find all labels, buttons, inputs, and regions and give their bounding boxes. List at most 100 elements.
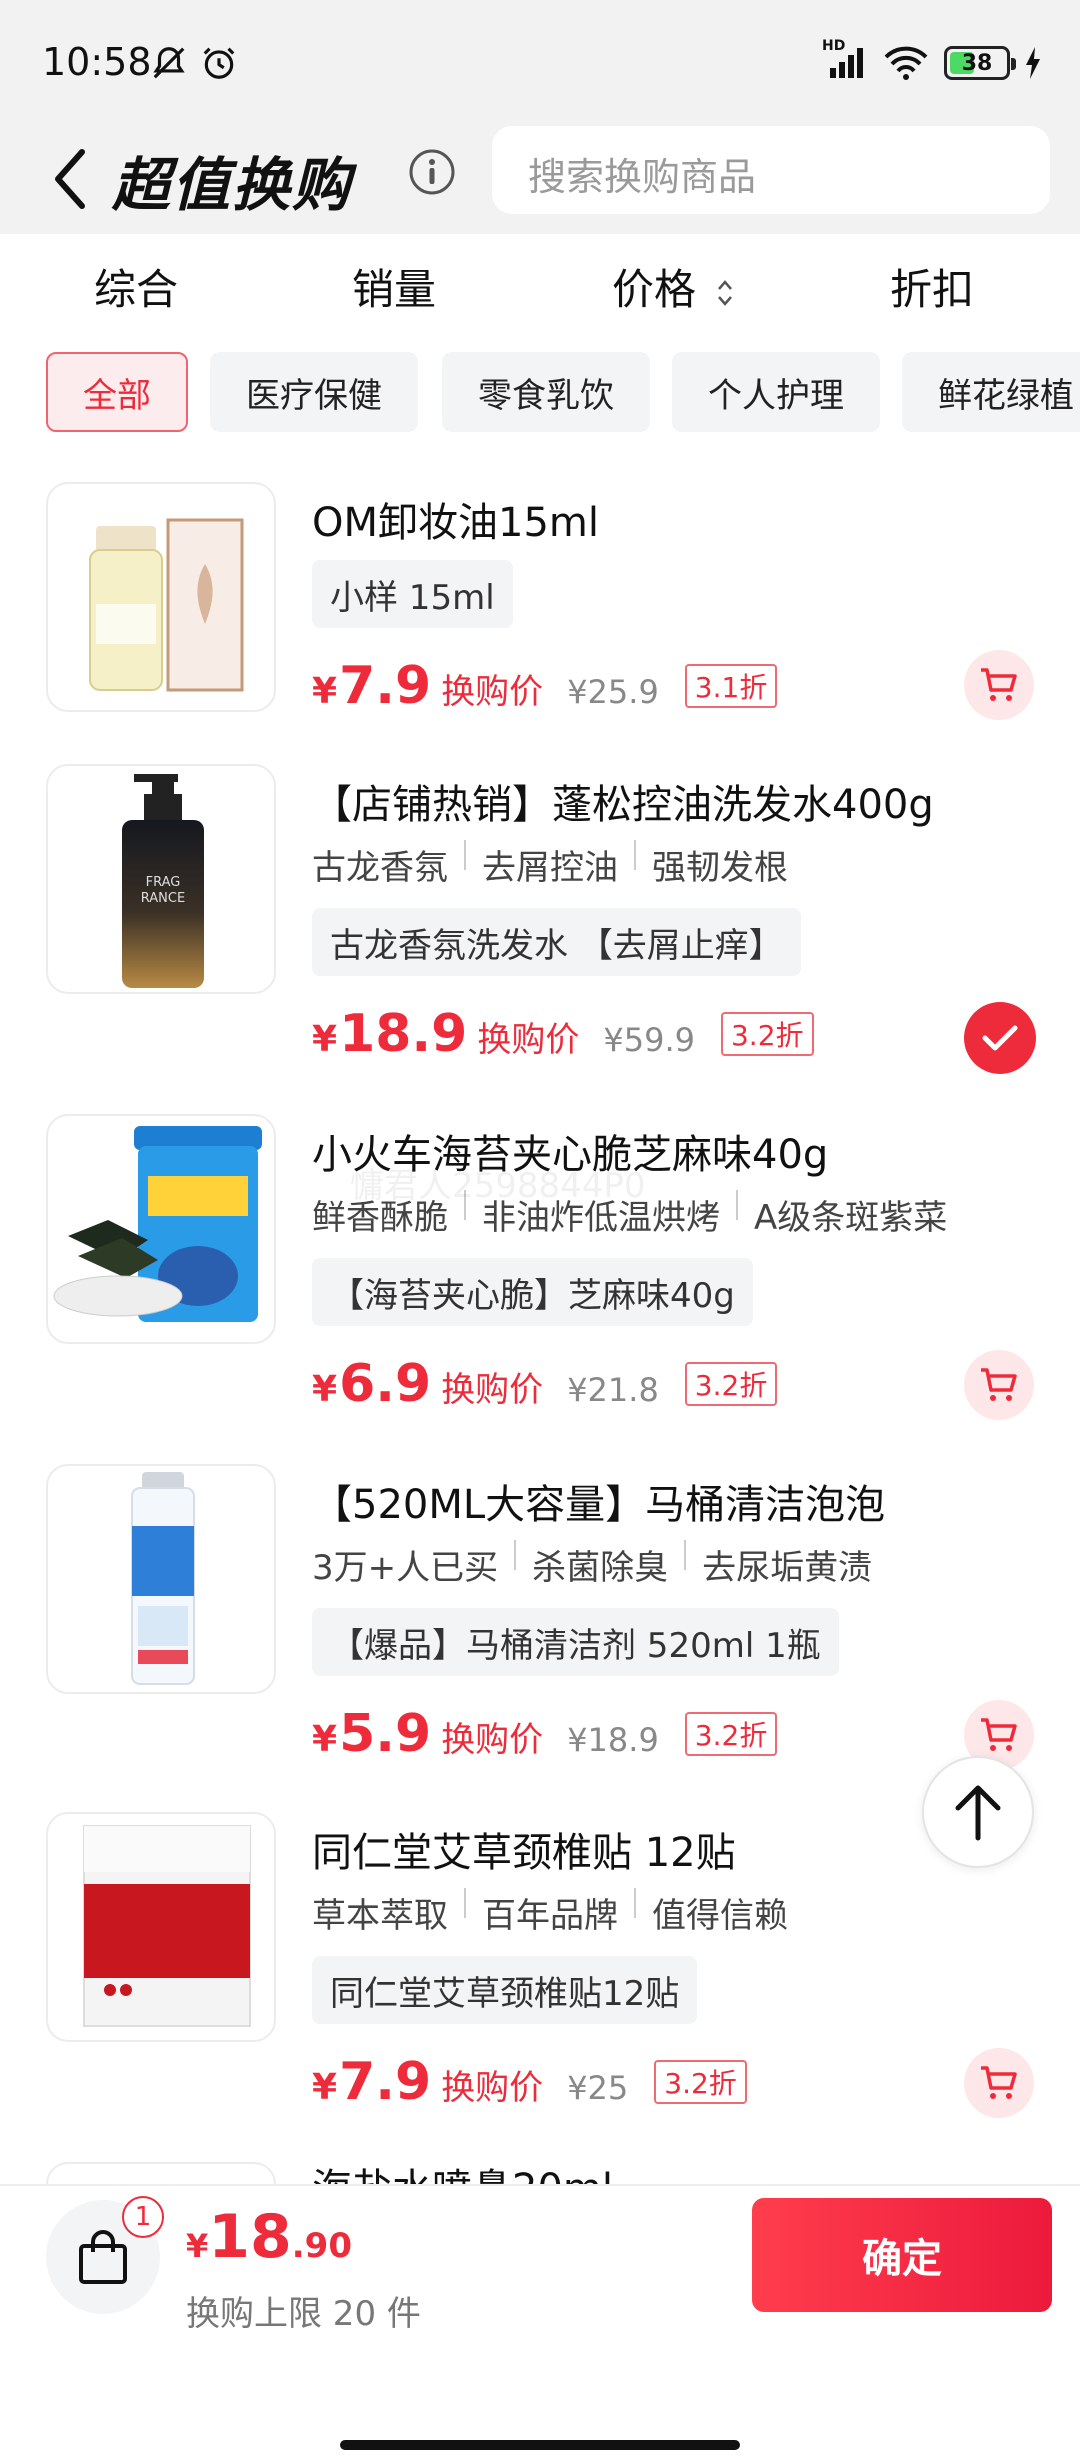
original-price: ¥25.9	[567, 673, 659, 711]
search-input[interactable]: 搜索换购商品	[492, 126, 1050, 214]
shopping-bag-icon	[79, 2230, 127, 2284]
product-price-line: ¥5.9 换购价 ¥18.9 3.2折	[312, 1704, 778, 1764]
confirm-button[interactable]: 确定	[752, 2198, 1052, 2312]
category-chip-flowers[interactable]: 鲜花绿植	[902, 352, 1080, 432]
product-name: 【店铺热销】蓬松控油洗发水400g	[312, 782, 934, 828]
product-spec[interactable]: 小样 15ml	[312, 560, 513, 628]
exchange-price-label: 换购价	[441, 1720, 544, 1760]
original-price: ¥18.9	[567, 1721, 659, 1759]
exchange-price-label: 换购价	[477, 1020, 580, 1060]
exchange-price: ¥6.9	[312, 1354, 432, 1414]
svg-text:FRAG: FRAG	[146, 875, 181, 890]
discount-badge: 3.2折	[684, 1362, 778, 1406]
search-placeholder: 搜索换购商品	[528, 155, 757, 199]
total-price: ¥18.90	[186, 2202, 352, 2272]
product-spec[interactable]: 【爆品】马桶清洁剂 520ml 1瓶	[312, 1608, 839, 1676]
exchange-price-label: 换购价	[441, 2068, 544, 2108]
arrow-up-icon	[955, 1785, 1001, 1841]
product-spec[interactable]: 同仁堂艾草颈椎贴12贴	[312, 1956, 698, 2024]
signal-icon: HD	[822, 38, 868, 82]
watermark: 慵君人2598844P0	[350, 1166, 646, 1206]
category-chip-medical[interactable]: 医疗保健	[210, 352, 418, 432]
product-tag: 3万+人已买	[312, 1548, 499, 1588]
exchange-price: ¥7.9	[312, 656, 432, 716]
product-price-line: ¥7.9 换购价 ¥25.9 3.1折	[312, 656, 778, 716]
bottom-bar: 1 ¥18.90 换购上限 20 件 确定	[0, 2184, 1080, 2460]
sort-tab-sales[interactable]: 销量	[352, 256, 436, 317]
product-spec[interactable]: 【海苔夹心脆】芝麻味40g	[312, 1258, 753, 1326]
alarm-icon	[203, 47, 235, 79]
product-name: 【520ML大容量】马桶清洁泡泡	[312, 1482, 886, 1528]
wifi-icon	[884, 46, 928, 80]
discount-badge: 3.2折	[684, 1712, 778, 1756]
sort-tab-price-label: 价格	[612, 265, 697, 314]
product-tag: 古龙香氛	[312, 848, 448, 888]
product-tag: 草本萃取	[312, 1896, 448, 1936]
sort-bar: 综合 销量 价格 折扣	[0, 234, 1080, 344]
sort-tab-price[interactable]: 价格	[612, 256, 735, 317]
home-indicator[interactable]	[340, 2440, 740, 2450]
product-tag: 百年品牌	[482, 1896, 618, 1936]
product-name: OM卸妆油15ml	[312, 500, 599, 546]
exchange-price-label: 换购价	[441, 1370, 544, 1410]
exchange-price: ¥5.9	[312, 1704, 432, 1764]
original-price: ¥59.9	[603, 1021, 695, 1059]
back-arrow-icon[interactable]	[50, 144, 90, 214]
exchange-price: ¥7.9	[312, 2052, 432, 2112]
product-tag: A级条斑紫菜	[754, 1198, 948, 1238]
product-item[interactable]: FRAG RANCE 【店铺热销】蓬松控油洗发水400g 古龙香氛 去屑控油 强…	[0, 764, 1080, 1112]
product-image	[46, 482, 276, 712]
status-time: 10:58	[42, 40, 152, 84]
discount-badge: 3.1折	[684, 664, 778, 708]
product-item[interactable]: 【520ML大容量】马桶清洁泡泡 3万+人已买 杀菌除臭 去尿垢黄渍 【爆品】马…	[0, 1464, 1080, 1812]
bag-count-badge: 1	[122, 2196, 164, 2238]
product-price-line: ¥6.9 换购价 ¥21.8 3.2折	[312, 1354, 778, 1414]
product-price-line: ¥18.9 换购价 ¥59.9 3.2折	[312, 1004, 814, 1064]
svg-text:RANCE: RANCE	[141, 891, 185, 906]
add-to-cart-button[interactable]	[964, 1350, 1034, 1420]
product-item[interactable]: 同仁堂艾草颈椎贴 12贴 草本萃取 百年品牌 值得信赖 同仁堂艾草颈椎贴12贴 …	[0, 1812, 1080, 2160]
original-price: ¥21.8	[567, 1371, 659, 1409]
sort-tab-discount[interactable]: 折扣	[890, 256, 974, 317]
product-tags: 草本萃取 百年品牌 值得信赖	[312, 1888, 788, 1937]
product-image	[46, 1812, 276, 2042]
product-name: 同仁堂艾草颈椎贴 12贴	[312, 1830, 736, 1876]
add-to-cart-button[interactable]	[964, 650, 1034, 720]
selected-checkbox[interactable]	[964, 1002, 1036, 1074]
original-price: ¥25	[567, 2069, 629, 2107]
page-header: 超值换购 搜索换购商品	[0, 126, 1080, 234]
discount-badge: 3.2折	[720, 1012, 814, 1056]
product-spec[interactable]: 古龙香氛洗发水 【去屑止痒】	[312, 908, 801, 976]
cart-icon	[981, 2066, 1017, 2099]
sort-tab-comprehensive[interactable]: 综合	[94, 256, 178, 317]
add-to-cart-button[interactable]	[964, 2048, 1034, 2118]
product-tag: 去尿垢黄渍	[702, 1548, 873, 1588]
page-title: 超值换购	[112, 151, 353, 219]
cart-icon	[981, 1368, 1017, 1401]
battery-icon: 38	[944, 46, 1016, 80]
cart-icon	[981, 1718, 1017, 1751]
category-bar: 全部 医疗保健 零食乳饮 个人护理 鲜花绿植	[0, 352, 1080, 436]
product-item-partial[interactable]: 海盐水喷鼻20ml	[0, 2162, 1080, 2184]
info-icon[interactable]	[408, 148, 456, 196]
category-chip-snacks[interactable]: 零食乳饮	[442, 352, 650, 432]
product-tags: 3万+人已买 杀菌除臭 去尿垢黄渍	[312, 1540, 872, 1589]
product-image: FRAG RANCE	[46, 764, 276, 994]
product-image	[46, 1114, 276, 1344]
product-image	[46, 1464, 276, 1694]
product-price-line: ¥7.9 换购价 ¥25 3.2折	[312, 2052, 747, 2112]
category-chip-personal-care[interactable]: 个人护理	[672, 352, 880, 432]
check-icon	[982, 1025, 1018, 1051]
product-name: 海盐水喷鼻20ml	[312, 2162, 613, 2184]
status-bar: 10:58 HD 38	[0, 0, 1080, 128]
product-tag: 值得信赖	[652, 1896, 788, 1936]
scroll-to-top-button[interactable]	[922, 1756, 1034, 1868]
product-tag: 强韧发根	[652, 848, 788, 888]
category-chip-all[interactable]: 全部	[46, 352, 188, 432]
charging-icon	[1026, 47, 1040, 79]
cart-icon	[981, 668, 1017, 701]
product-tag: 去屑控油	[482, 848, 618, 888]
sort-toggle-icon	[718, 279, 733, 306]
mute-icon	[153, 47, 185, 79]
exchange-limit-text: 换购上限 20 件	[186, 2294, 421, 2334]
